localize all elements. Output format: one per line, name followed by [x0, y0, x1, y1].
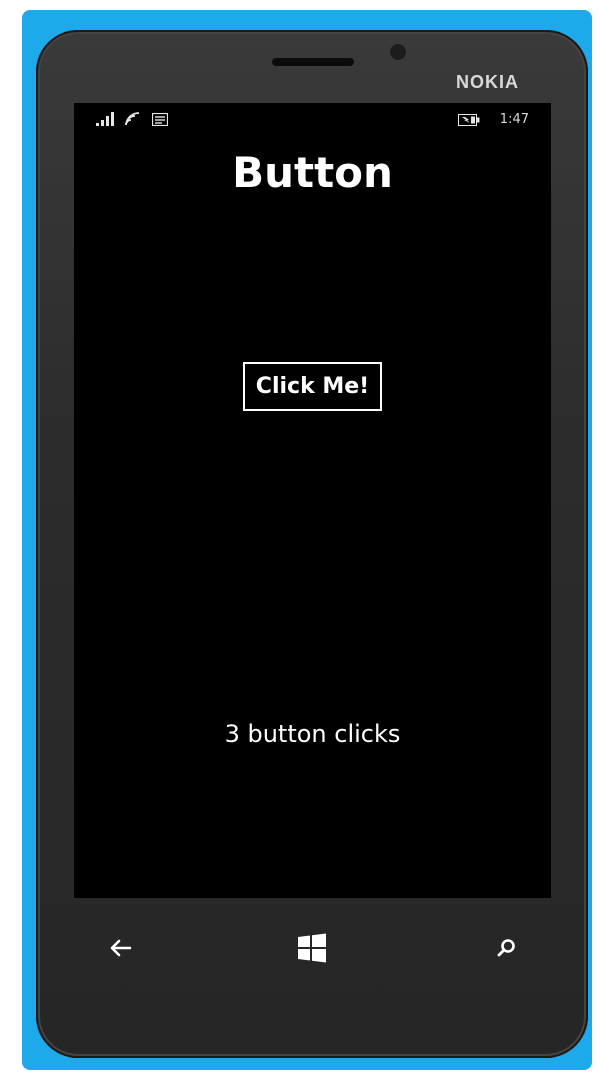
- back-button[interactable]: [101, 928, 141, 968]
- status-right: 1:47: [457, 112, 529, 127]
- phone-screen: 1:47 Button Click Me! 3 button clicks: [74, 103, 551, 898]
- click-me-button[interactable]: Click Me!: [243, 362, 382, 411]
- battery-icon: [457, 113, 480, 126]
- hardware-nav-bar: [74, 898, 551, 1008]
- status-time: 1:47: [499, 112, 529, 127]
- status-left: [96, 112, 168, 126]
- search-button[interactable]: [486, 928, 526, 968]
- signal-icon: [96, 112, 114, 126]
- start-button[interactable]: [292, 928, 332, 968]
- front-camera: [388, 42, 408, 62]
- search-icon: [497, 939, 515, 957]
- back-arrow-icon: [110, 939, 132, 957]
- wifi-icon: [125, 112, 140, 126]
- message-icon: [152, 113, 168, 126]
- page-title: Button: [232, 148, 393, 197]
- brand-logo: NOKIA: [456, 72, 519, 92]
- status-bar: 1:47: [74, 103, 551, 139]
- windows-start-icon: [298, 933, 326, 963]
- click-count-text: 3 button clicks: [224, 720, 401, 748]
- earpiece: [272, 58, 354, 66]
